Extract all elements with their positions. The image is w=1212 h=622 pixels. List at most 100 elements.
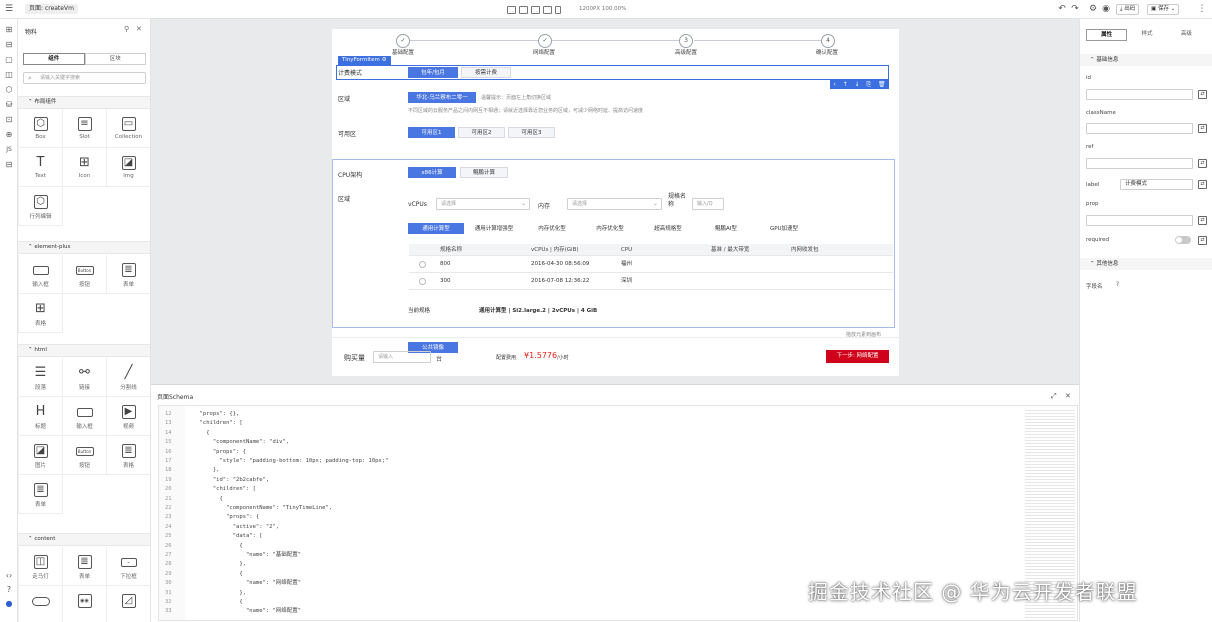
component-html-input[interactable]: 输入框 <box>63 397 107 436</box>
row-radio[interactable] <box>419 261 426 268</box>
component-link[interactable]: ⚯ 链接 <box>63 358 107 397</box>
component-box[interactable]: ⬡ Box <box>19 109 63 148</box>
component-popover[interactable]: ◿ <box>107 586 150 622</box>
lock-icon[interactable]: ⊡ <box>4 115 14 125</box>
selected-component-tag[interactable]: TinyFormItem ⚙ <box>338 56 391 65</box>
undo-icon[interactable]: ↶ <box>1057 4 1067 14</box>
tablet-view-icon[interactable] <box>531 5 540 14</box>
component-slot[interactable]: ≡ Slot <box>63 109 107 148</box>
component-video[interactable]: ▶ 视频 <box>107 397 150 436</box>
bind-variable-icon[interactable]: ⇄ <box>1198 159 1207 168</box>
type-tab-general[interactable]: 通用计算型 <box>408 223 464 234</box>
tab-components[interactable]: 组件 <box>23 53 85 65</box>
delete-icon[interactable]: 🗑 <box>878 80 886 89</box>
save-button[interactable]: ▣ 保存 ⌄ <box>1147 4 1180 15</box>
type-tab-ultra[interactable]: 超高规格型 <box>640 223 696 234</box>
component-select[interactable]: ⌄ 下拉框 <box>107 547 150 586</box>
billing-option-monthly[interactable]: 包年/包月 <box>408 67 458 78</box>
copy-icon[interactable]: ⎘ <box>866 80 871 89</box>
billing-option-ondemand[interactable]: 按需计费 <box>461 67 511 78</box>
tab-blocks[interactable]: 区块 <box>84 53 146 65</box>
quantity-input[interactable]: 请输入 <box>373 351 431 363</box>
label-input[interactable]: 计费模式 <box>1120 179 1193 190</box>
bind-variable-icon[interactable]: ⇄ <box>1198 180 1207 189</box>
group-other-info[interactable]: ⌃ 其他信息 <box>1080 258 1212 270</box>
redo-icon[interactable]: ↷ <box>1070 4 1080 14</box>
component-heading[interactable]: H 标题 <box>19 397 63 436</box>
globe-icon[interactable]: ⊕ <box>4 130 14 140</box>
cpu-x86-button[interactable]: x86计算 <box>408 167 456 178</box>
close-icon[interactable]: ✕ <box>1065 392 1071 400</box>
component-radio-group[interactable]: ◉◉ <box>63 586 107 622</box>
az-option-3[interactable]: 可用区3 <box>508 127 555 138</box>
component-divider[interactable]: ╱ 分割线 <box>107 358 150 397</box>
user-icon[interactable]: ● <box>4 599 14 609</box>
code-icon[interactable]: ‹› <box>4 571 14 581</box>
move-down-icon[interactable]: ↓ <box>854 80 859 89</box>
page-selector[interactable]: 页面: createVm <box>25 4 78 14</box>
next-step-button[interactable]: 下一步: 网络配置 <box>826 350 889 363</box>
more-icon[interactable]: ⋮ <box>1197 4 1207 14</box>
search-input[interactable]: ⌕ 请输入关键字搜索 <box>23 72 146 84</box>
component-el-input[interactable]: 输入框 <box>19 255 63 294</box>
component-carousel[interactable]: ◫ 走马灯 <box>19 547 63 586</box>
component-html-table[interactable]: ≣ 表格 <box>107 436 150 475</box>
group-header-layout[interactable]: ⌃ 布局组件 <box>18 96 150 109</box>
id-input[interactable] <box>1086 89 1193 100</box>
component-picture[interactable]: ◪ 图片 <box>19 436 63 475</box>
row-radio[interactable] <box>419 278 426 285</box>
az-option-1[interactable]: 可用区1 <box>408 127 455 138</box>
tab-styles[interactable]: 样式 <box>1127 29 1166 41</box>
az-option-2[interactable]: 可用区2 <box>458 127 505 138</box>
step-4[interactable]: 4 <box>821 34 835 48</box>
group-header-content[interactable]: ⌃ content <box>18 533 150 546</box>
laptop-view-icon[interactable] <box>519 5 528 14</box>
component-row-col[interactable]: ⬡ 行列编辑 <box>19 187 63 226</box>
mobile-view-icon[interactable] <box>555 5 561 14</box>
spec-name-input[interactable]: 输入/Q <box>692 198 724 210</box>
step-2[interactable]: ✓ <box>538 34 552 48</box>
type-tab-memory-2[interactable]: 内存优化型 <box>582 223 638 234</box>
tablet-portrait-icon[interactable] <box>543 5 552 14</box>
menu-icon[interactable]: ☰ <box>4 4 14 14</box>
type-tab-gpu[interactable]: GPU加速型 <box>756 223 812 234</box>
database-icon[interactable]: ⛁ <box>4 100 14 110</box>
desktop-view-icon[interactable] <box>507 5 516 14</box>
cpu-kunpeng-button[interactable]: 鲲鹏计算 <box>460 167 508 178</box>
close-icon[interactable]: ✕ <box>136 25 142 33</box>
select-parent-icon[interactable]: ‹ <box>833 80 835 89</box>
bind-variable-icon[interactable]: ⇄ <box>1198 124 1207 133</box>
step-3[interactable]: 3 <box>679 34 693 48</box>
tab-props[interactable]: 属性 <box>1086 29 1128 41</box>
table-row[interactable]: 800 2016-04-30 08:56:09 福州 <box>409 256 893 273</box>
block-icon[interactable]: ◫ <box>4 70 14 80</box>
prop-input[interactable] <box>1086 215 1193 226</box>
group-basic-info[interactable]: ⌃ 基础信息 <box>1080 54 1212 66</box>
step-1[interactable]: ✓ <box>396 34 410 48</box>
help-icon[interactable]: ? <box>4 585 14 595</box>
datasource-icon[interactable]: ⬡ <box>4 85 14 95</box>
outline-icon[interactable]: ⊟ <box>4 40 14 50</box>
component-paragraph[interactable]: ☰ 段落 <box>19 358 63 397</box>
pin-icon[interactable]: ⚲ <box>124 25 129 33</box>
bind-variable-icon[interactable]: ⇄ <box>1198 90 1207 99</box>
fullscreen-icon[interactable]: ⤢ <box>1051 392 1057 401</box>
component-html-form[interactable]: ≣ 表单 <box>19 475 63 514</box>
required-toggle[interactable] <box>1175 236 1191 244</box>
type-tab-memory-1[interactable]: 内存优化型 <box>524 223 580 234</box>
js-icon[interactable]: JS <box>4 145 14 155</box>
type-tab-ai[interactable]: 鲲鹏AI型 <box>698 223 754 234</box>
component-switch[interactable] <box>19 586 63 622</box>
component-collection[interactable]: ▭ Collection <box>107 109 150 148</box>
type-tab-general-plus[interactable]: 通用计算增强型 <box>466 223 522 234</box>
settings-icon[interactable]: ⚙ <box>1088 4 1098 14</box>
preview-icon[interactable]: ◉ <box>1101 4 1111 14</box>
bind-variable-icon[interactable]: ⇄ <box>1198 216 1207 225</box>
component-html-button[interactable]: Button 按钮 <box>63 436 107 475</box>
classname-input[interactable] <box>1086 123 1193 134</box>
bridge-icon[interactable]: ⊟ <box>4 160 14 170</box>
ref-input[interactable] <box>1086 158 1193 169</box>
components-icon[interactable]: ⊞ <box>4 25 14 35</box>
memory-select[interactable]: 请选择 ⌄ <box>567 198 662 210</box>
page-icon[interactable]: ▢ <box>4 55 14 65</box>
